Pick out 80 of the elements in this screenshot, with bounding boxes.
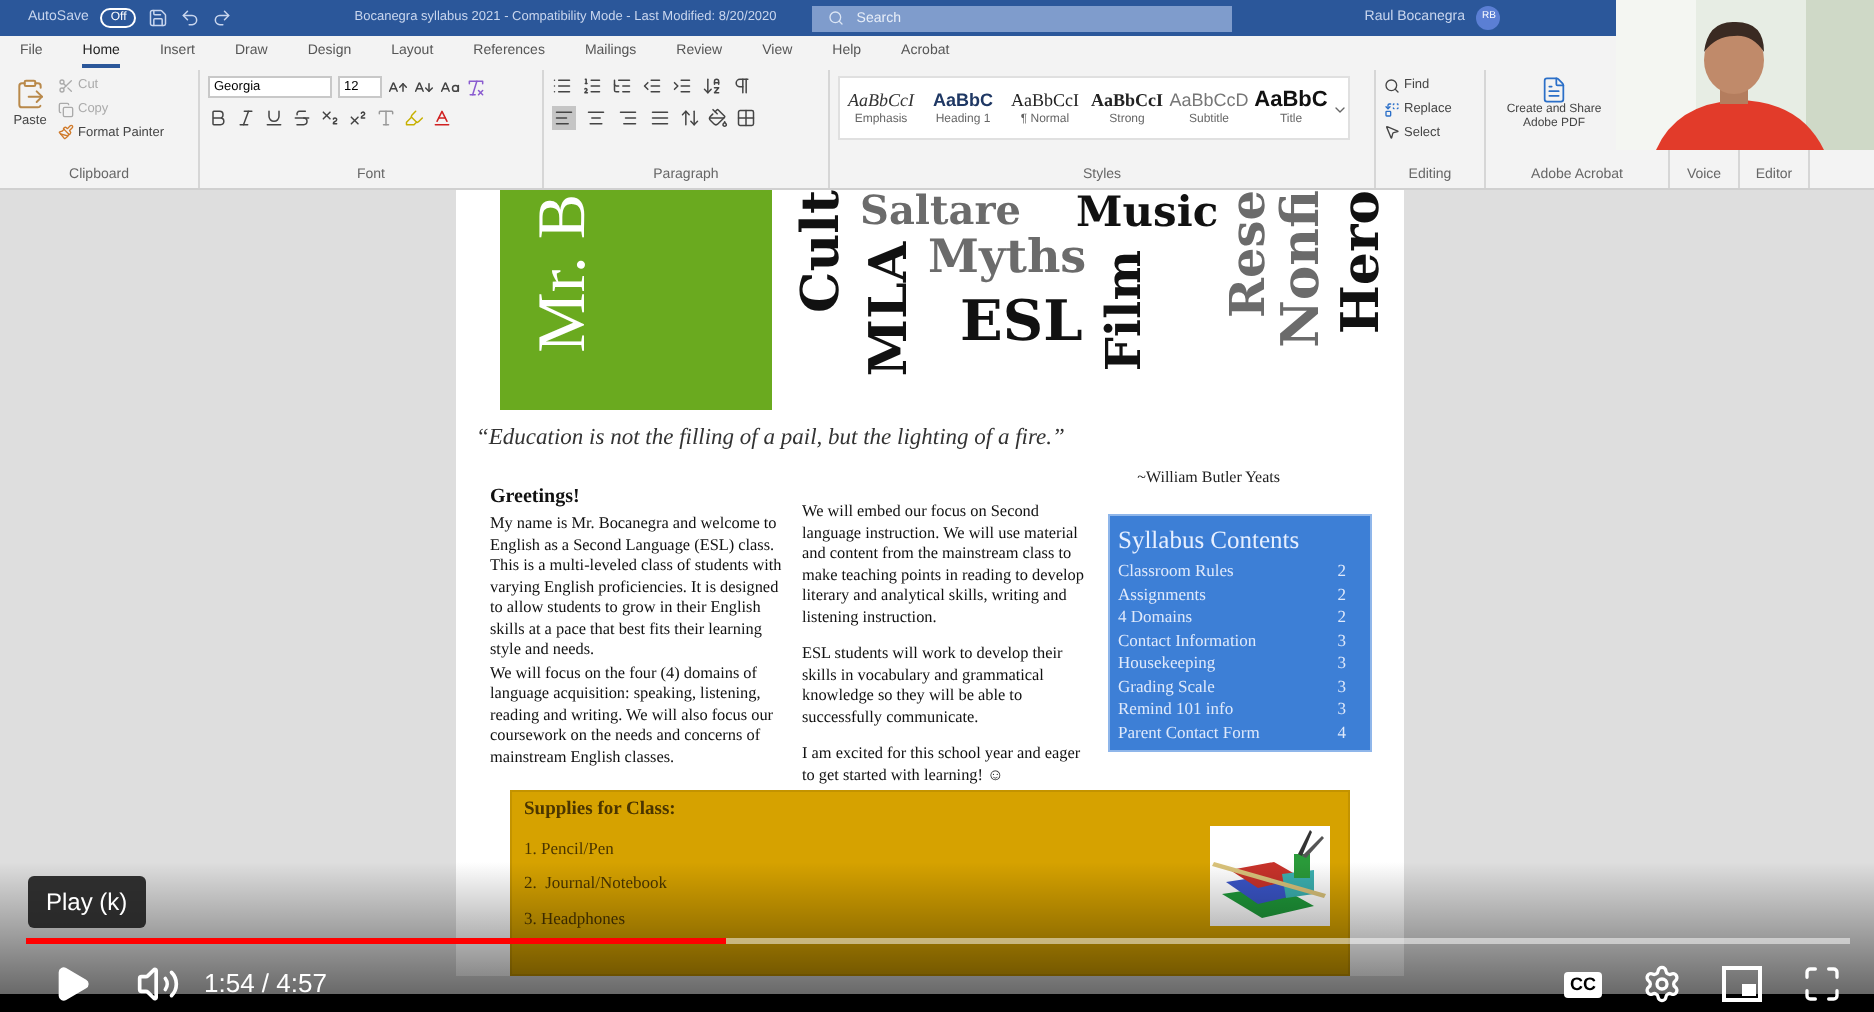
body-paragraph: I am excited for this school year and eager to get started with learning! ☺ [802, 744, 1083, 787]
page-number: 3 [1337, 675, 1346, 698]
supplies-title: Supplies for Class: [524, 798, 678, 825]
save-icon[interactable] [148, 8, 169, 28]
font-color-icon[interactable] [432, 108, 452, 128]
strikethrough-icon[interactable] [292, 108, 312, 128]
volume-icon[interactable] [136, 962, 180, 1006]
page-number: 3 [1337, 698, 1346, 721]
gallery-scroll-icon[interactable] [1332, 102, 1348, 118]
decrease-indent-icon[interactable] [642, 76, 662, 96]
search-icon [828, 10, 845, 26]
align-button[interactable] [648, 106, 672, 130]
page-number: 4 [1337, 721, 1346, 744]
pilcrow-icon[interactable] [732, 76, 752, 96]
word-cloud-word: MLA [864, 242, 916, 377]
clear-formatting-icon[interactable] [466, 77, 486, 97]
supplies-item: 2. Journal/Notebook [524, 870, 670, 896]
italic-icon[interactable] [236, 108, 256, 128]
quote-attribution: ~William Butler Yeats [1137, 466, 1280, 491]
banner-text: Mr. B [528, 194, 600, 353]
page-number: 2 [1337, 606, 1346, 629]
miniplayer-icon[interactable] [1722, 966, 1762, 1002]
word-cloud-word: ESL [960, 294, 1083, 350]
tooltip: Play (k) [28, 876, 146, 928]
word-cloud-word: Nonfi [1276, 190, 1328, 348]
align-button[interactable] [584, 106, 608, 130]
align-button[interactable] [616, 106, 640, 130]
page-number: 3 [1337, 629, 1346, 652]
greeting-paragraph: We will focus on the four (4) domains of language acquisition: speaking, listening, reading and writing. We will also focus our coursework on the needs and concerns of mainstream English classes. [490, 663, 776, 769]
word-cloud-word: Film [1100, 250, 1148, 372]
replace-icon [1384, 101, 1400, 118]
word-cloud-word: Rese [1224, 190, 1272, 318]
search-icon [1384, 77, 1400, 94]
line-spacing-icon[interactable] [680, 108, 700, 128]
scissors-icon [58, 77, 74, 94]
progress-track[interactable] [26, 938, 1850, 944]
word-cloud-word: Hero [1336, 190, 1388, 335]
subscript-icon[interactable] [320, 108, 340, 128]
word-cloud-word: Music [1076, 190, 1219, 232]
bullets-icon[interactable] [552, 76, 572, 96]
supplies-item: 3. Headphones [524, 906, 628, 932]
greeting-heading: Greetings! [490, 484, 582, 513]
body-paragraph: We will embed our focus on Second language instruction. We will use material and content from the mainstream class to make teaching points in reading to develop literary and analytical skills, writing and listening instruction. [802, 502, 1086, 629]
superscript-icon[interactable] [348, 108, 368, 128]
bold-icon[interactable] [208, 108, 228, 128]
multilevel-list-icon[interactable] [612, 76, 632, 96]
borders-icon[interactable] [736, 108, 756, 128]
shading-icon[interactable] [708, 108, 728, 128]
clipboard-icon [14, 76, 46, 112]
sort-icon[interactable] [702, 76, 722, 96]
greeting-paragraph: My name is Mr. Bocanegra and welcome to English as a Second Language (ESL) class. This is a multi-leveled class of students with varying English proficiencies. It is designed to allow students to grow in their English skills at a pace that best fits their learning style and needs. [490, 514, 784, 662]
align-button[interactable] [552, 106, 576, 130]
redo-icon[interactable] [212, 8, 233, 28]
numbering-icon[interactable] [582, 76, 602, 96]
page-number: 3 [1337, 652, 1346, 675]
underline-icon[interactable] [264, 108, 284, 128]
copy-icon [58, 101, 74, 118]
body-paragraph: ESL students will work to develop their skills in vocabulary and grammatical knowledge so they will be able to successfully communicate. [802, 644, 1065, 729]
word-cloud-word: Myths [928, 234, 1087, 280]
text-effects-icon[interactable] [376, 108, 396, 128]
supplies-item: 1. Pencil/Pen [524, 835, 616, 861]
paintbrush-icon [58, 124, 74, 141]
quote: “Education is not the filling of a pail, but the lighting of a fire.” [476, 424, 1067, 454]
fullscreen-icon[interactable] [1802, 964, 1842, 1004]
word-cloud-word: Saltare [860, 190, 1021, 230]
grow-font-icon[interactable] [388, 77, 408, 97]
word-cloud-word: Cult [796, 190, 848, 313]
document-icon [1540, 76, 1568, 104]
syllabus-title: Syllabus Contents [1118, 524, 1302, 559]
shrink-font-icon[interactable] [414, 77, 434, 97]
settings-icon[interactable] [1642, 964, 1682, 1004]
page-number: 2 [1337, 583, 1346, 606]
time-display: 1:54 / 4:57 [204, 966, 327, 1003]
captions-button[interactable]: CC [1564, 971, 1602, 997]
page-number: 2 [1337, 560, 1346, 583]
books-drawing [1210, 826, 1330, 927]
pointer-icon [1384, 124, 1400, 141]
change-case-icon[interactable] [440, 77, 460, 97]
increase-indent-icon[interactable] [672, 76, 692, 96]
undo-icon[interactable] [180, 8, 201, 28]
